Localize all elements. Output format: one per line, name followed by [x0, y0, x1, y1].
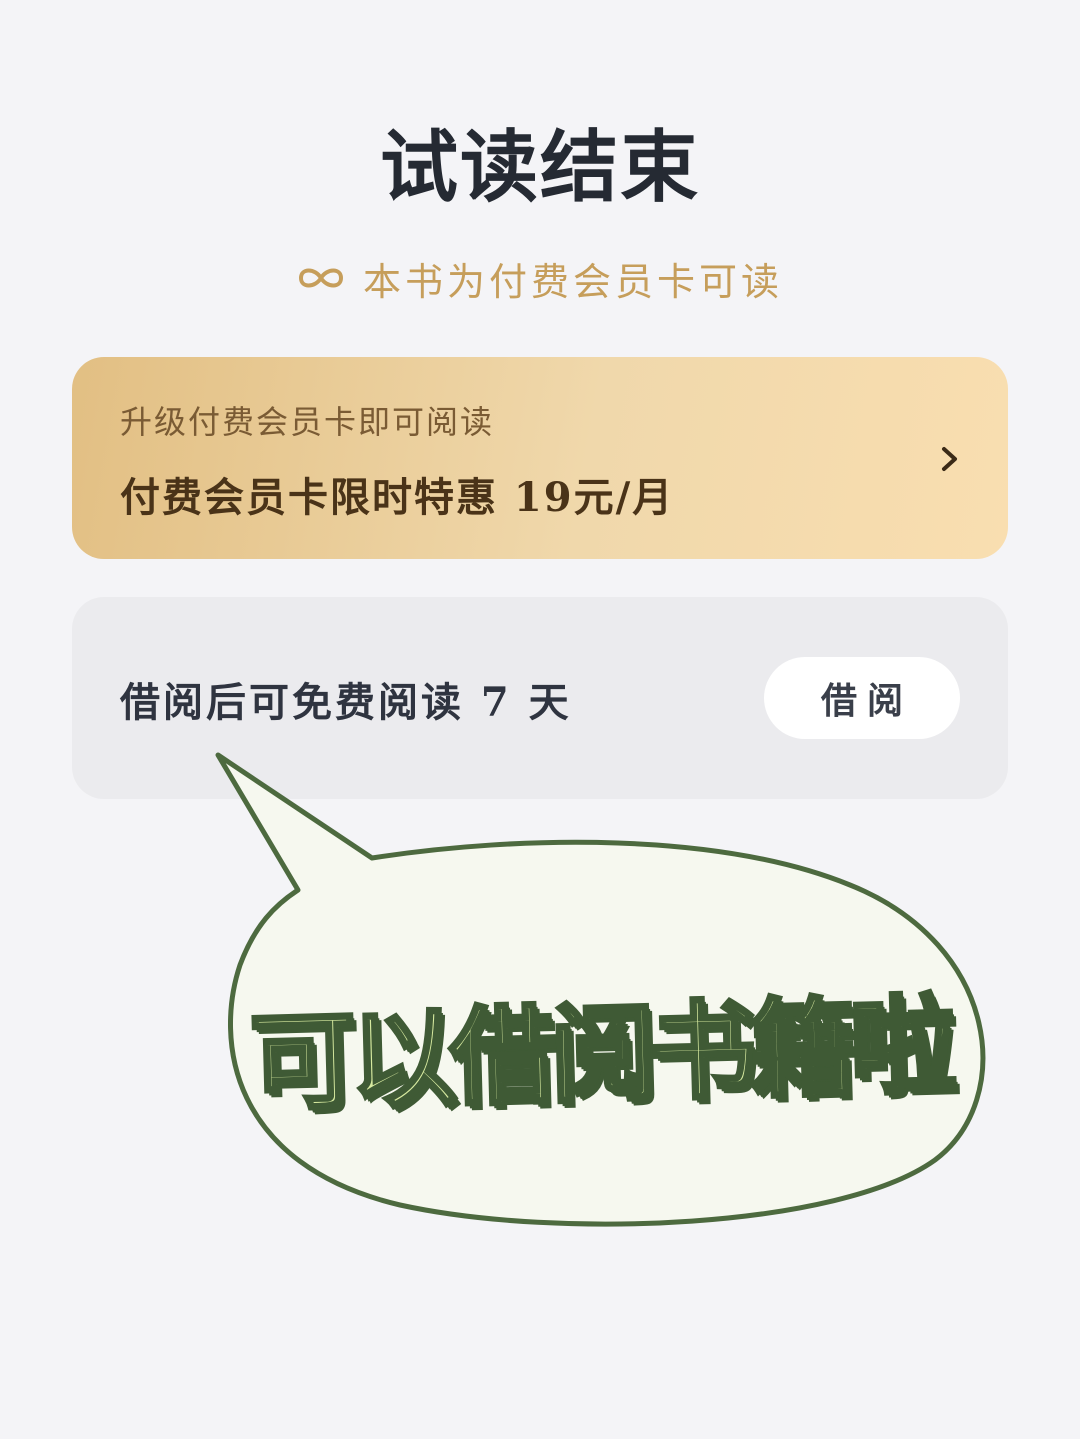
callout-text: 可以借阅书籍啦: [247, 982, 954, 1127]
speech-bubble: [215, 752, 986, 1227]
